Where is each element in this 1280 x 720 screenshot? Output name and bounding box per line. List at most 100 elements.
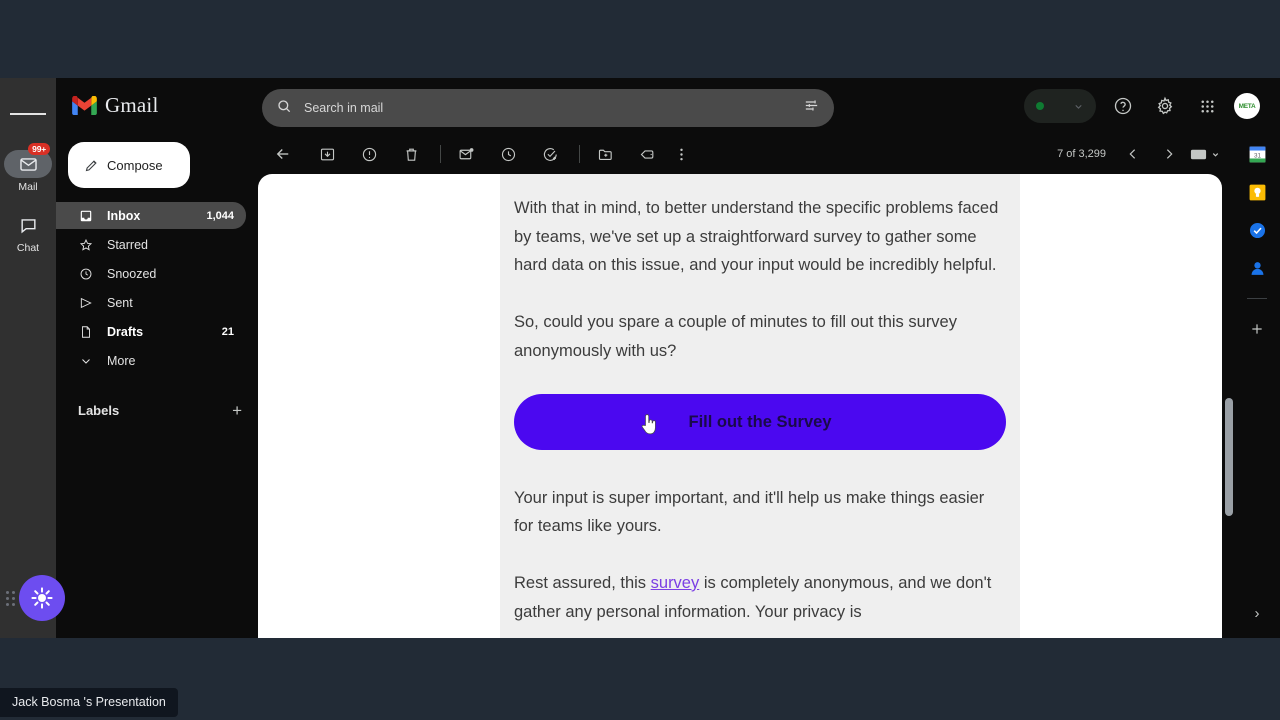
mail-pagination: 7 of 3,299 <box>1057 139 1224 169</box>
gmail-window: 99+ Mail Chat Gmail Compose Inbox 1,044 … <box>0 78 1280 638</box>
sidebar-item-label-sent: Sent <box>107 296 133 310</box>
sidebar-item-label-drafts: Drafts <box>107 325 144 339</box>
search-placeholder: Search in mail <box>304 101 384 115</box>
expand-side-panel-button[interactable]: › <box>1244 600 1270 626</box>
input-tools-icon <box>1190 149 1207 159</box>
topbar: Search in mail META <box>256 78 1280 132</box>
search-icon <box>276 98 292 119</box>
email-scrollbar-thumb[interactable] <box>1225 398 1233 516</box>
survey-link[interactable]: survey <box>651 574 700 592</box>
gear-icon <box>1157 96 1173 115</box>
sidebar-item-count-drafts: 21 <box>221 326 234 338</box>
archive-button[interactable] <box>312 139 342 169</box>
rail-item-label-mail: Mail <box>18 181 38 193</box>
google-apps-button[interactable] <box>1192 91 1222 121</box>
create-label-button[interactable]: + <box>232 402 242 419</box>
apps-grid-icon <box>1200 99 1214 113</box>
snooze-button[interactable] <box>493 139 523 169</box>
email-paragraph-4: Rest assured, this survey is completely … <box>514 569 1006 626</box>
gmail-brand-text: Gmail <box>105 92 159 117</box>
delete-button[interactable] <box>396 139 426 169</box>
sidebar-item-count-inbox: 1,044 <box>206 209 234 222</box>
more-options-button[interactable] <box>666 139 696 169</box>
rail-item-chat[interactable]: Chat <box>0 211 56 254</box>
mark-unread-button[interactable] <box>451 139 481 169</box>
nav-list: Inbox 1,044 Starred Snoozed Sent Drafts … <box>56 202 256 374</box>
mail-toolbar: 7 of 3,299 <box>256 132 1234 176</box>
topbar-right: META <box>1024 89 1260 123</box>
previous-email-button[interactable] <box>1118 139 1148 169</box>
sparkle-sun-icon <box>31 587 53 609</box>
pagination-count: 7 of 3,299 <box>1057 148 1106 160</box>
sidebar-item-label-snoozed: Snoozed <box>107 267 157 281</box>
back-to-inbox-button[interactable] <box>268 139 298 169</box>
move-to-button[interactable] <box>590 139 620 169</box>
rail-item-label-chat: Chat <box>16 242 40 254</box>
sidebar-item-snoozed[interactable]: Snoozed <box>56 261 246 287</box>
chevron-down-icon <box>1075 104 1082 109</box>
google-keep-icon[interactable] <box>1247 182 1267 202</box>
settings-button[interactable] <box>1150 91 1180 121</box>
assistant-drag-handle[interactable] <box>6 590 15 606</box>
gmail-logo-icon <box>72 95 97 115</box>
toolbar-divider <box>440 145 441 163</box>
status-pill[interactable] <box>1024 89 1096 123</box>
sidebar-item-drafts[interactable]: Drafts 21 <box>56 319 246 345</box>
sidebar-item-inbox[interactable]: Inbox 1,044 <box>56 202 246 229</box>
nav-sidebar: Gmail Compose Inbox 1,044 Starred Snooze… <box>56 78 256 638</box>
toolbar-divider-2 <box>579 145 580 163</box>
sidebar-item-more[interactable]: More <box>56 348 246 374</box>
closing-prefix: Rest assured, this <box>514 573 651 592</box>
email-reading-pane: With that in mind, to better understand … <box>258 174 1222 638</box>
next-email-button[interactable] <box>1154 139 1184 169</box>
chat-bubble-icon <box>4 211 52 239</box>
google-contacts-icon[interactable] <box>1247 258 1267 278</box>
sidebar-item-label-starred: Starred <box>107 238 148 252</box>
compose-button[interactable]: Compose <box>68 142 190 188</box>
compose-label: Compose <box>107 157 163 173</box>
add-addon-button[interactable] <box>1247 319 1267 339</box>
report-spam-button[interactable] <box>354 139 384 169</box>
sidebar-item-label-inbox: Inbox <box>107 208 141 223</box>
clock-icon <box>78 267 93 282</box>
presenter-name-label: Jack Bosma 's Presentation <box>0 688 178 717</box>
sidebar-item-starred[interactable]: Starred <box>56 232 246 258</box>
avatar[interactable]: META <box>1234 93 1260 119</box>
google-side-panel: 31 <box>1234 132 1280 638</box>
pencil-icon <box>85 159 97 171</box>
chevron-down-icon <box>78 354 93 369</box>
google-tasks-icon[interactable] <box>1247 220 1267 240</box>
document-icon <box>78 325 93 340</box>
chevron-down-icon <box>1212 152 1219 157</box>
star-icon <box>78 238 93 253</box>
status-dot <box>1036 102 1044 110</box>
email-paragraph-1: With that in mind, to better understand … <box>514 199 999 275</box>
email-paragraph-2: So, could you spare a couple of minutes … <box>514 313 957 360</box>
email-body: With that in mind, to better understand … <box>500 174 1020 638</box>
mail-unread-badge: 99+ <box>28 143 50 156</box>
help-button[interactable] <box>1108 91 1138 121</box>
labels-section-header: Labels + <box>56 398 256 422</box>
svg-text:31: 31 <box>1253 152 1261 159</box>
search-input[interactable]: Search in mail <box>262 89 834 127</box>
google-calendar-icon[interactable]: 31 <box>1247 144 1267 164</box>
add-to-tasks-button[interactable] <box>535 139 565 169</box>
hamburger-icon[interactable] <box>10 96 46 132</box>
search-options-icon[interactable] <box>803 97 820 119</box>
mail-icon: 99+ <box>4 143 52 178</box>
app-rail: 99+ Mail Chat <box>0 78 56 638</box>
sidebar-item-sent[interactable]: Sent <box>56 290 246 316</box>
assistant-fab-wrap <box>6 575 65 621</box>
labels-heading: Labels <box>78 402 120 418</box>
sidebar-item-label-more: More <box>107 354 136 368</box>
email-scrollbar[interactable] <box>1224 174 1234 638</box>
labels-button[interactable] <box>632 139 662 169</box>
send-icon <box>78 296 93 311</box>
rail-item-mail[interactable]: 99+ Mail <box>0 143 56 193</box>
side-panel-divider <box>1247 298 1267 299</box>
input-tools-button[interactable] <box>1190 139 1220 169</box>
email-paragraph-3: Your input is super important, and it'll… <box>514 488 985 536</box>
assistant-fab-button[interactable] <box>19 575 65 621</box>
gmail-brand: Gmail <box>56 78 256 132</box>
fill-out-survey-button[interactable]: Fill out the Survey <box>514 393 1006 450</box>
